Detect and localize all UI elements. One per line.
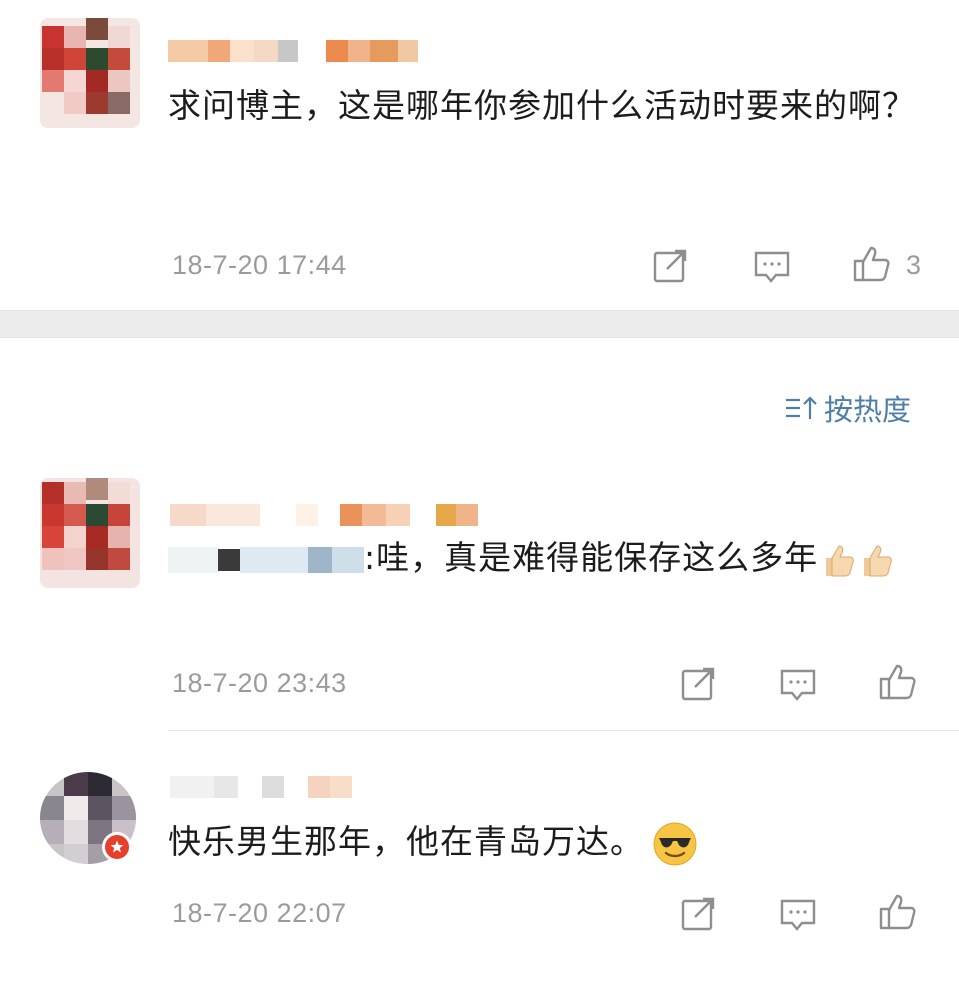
thumbs-up-icon[interactable] (878, 892, 918, 932)
sort-icon (784, 393, 820, 423)
redacted-reply-target (168, 546, 218, 573)
top-comment-card: 求问博主，这是哪年你参加什么活动时要来的啊？ 18-7-20 17:44 3 (0, 0, 959, 310)
redacted-mention[interactable] (332, 546, 364, 573)
redacted-reply-target (218, 548, 240, 571)
thumbs-up-emoji-icon (826, 544, 854, 576)
redacted-mention[interactable] (308, 546, 332, 573)
thumbs-up-icon[interactable] (852, 244, 892, 284)
comment-icon[interactable] (778, 894, 818, 934)
comment-text: 求问博主，这是哪年你参加什么活动时要来的啊？ (168, 86, 916, 125)
avatar[interactable] (40, 18, 140, 128)
share-icon[interactable] (678, 894, 718, 934)
share-icon[interactable] (650, 246, 690, 286)
comment-timestamp: 18-7-20 17:44 (172, 250, 347, 280)
section-divider (0, 310, 959, 338)
sort-label: 按热度 (824, 393, 912, 427)
comment-icon[interactable] (778, 664, 818, 704)
comment-timestamp: 18-7-20 22:07 (172, 898, 347, 928)
username-redacted[interactable] (170, 776, 352, 798)
comment-text: 快乐男生那年，他在青岛万达。 (168, 812, 908, 872)
comment-icon[interactable] (752, 246, 792, 286)
like-count: 3 (906, 250, 922, 280)
share-icon[interactable] (678, 664, 718, 704)
sort-by-hot-button[interactable]: 按热度 (784, 388, 911, 428)
username-redacted[interactable] (170, 504, 478, 526)
redacted-mention[interactable] (240, 546, 308, 573)
reply-comment-body: :哇，真是难得能保存这么多年 (364, 538, 819, 577)
thumbs-up-icon[interactable] (878, 662, 918, 702)
username-redacted[interactable] (168, 40, 418, 62)
thumbs-up-emoji-icon (864, 544, 892, 576)
reply-comment-text: :哇，真是难得能保存这么多年 (168, 528, 908, 588)
comment-timestamp: 18-7-20 23:43 (172, 668, 347, 698)
avatar[interactable] (40, 478, 140, 588)
sunglasses-emoji-icon (653, 822, 697, 865)
verified-badge-icon (102, 832, 132, 862)
row-separator (168, 730, 959, 731)
comment-body: 快乐男生那年，他在青岛万达。 (168, 822, 644, 861)
